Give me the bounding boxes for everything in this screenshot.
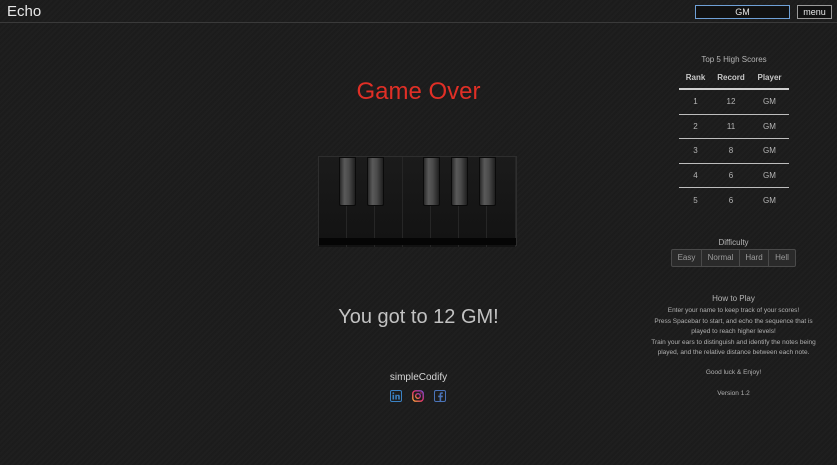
closing-message: Good luck & Enjoy!	[705, 369, 762, 376]
table-row: 5 6 GM	[679, 188, 789, 213]
difficulty-selector: Easy Normal Hard Hell	[671, 249, 796, 267]
difficulty-hard-button[interactable]: Hard	[740, 250, 769, 266]
black-key[interactable]	[451, 157, 468, 206]
high-scores-table: Rank Record Player 1 12 GM 2 11 GM 3 8 G…	[679, 66, 789, 213]
piano-keyboard[interactable]	[318, 156, 517, 247]
player-cell: GM	[763, 146, 776, 156]
rank-cell: 4	[693, 170, 698, 180]
black-key[interactable]	[339, 157, 356, 206]
record-header: Record	[717, 72, 745, 82]
player-name-input[interactable]	[695, 5, 790, 19]
rank-cell: 1	[693, 97, 698, 107]
rank-cell: 2	[693, 121, 698, 131]
how-to-play-title: How to Play	[712, 294, 755, 303]
how-to-play-line: Train your ears to distinguish and ident…	[651, 338, 816, 346]
record-cell: 6	[728, 170, 734, 180]
difficulty-hell-button[interactable]: Hell	[769, 250, 795, 266]
table-row: 4 6 GM	[679, 164, 789, 188]
player-header: Player	[757, 72, 782, 82]
piano-base	[319, 238, 516, 245]
how-to-play-line: Press Spacebar to start, and echo the se…	[654, 317, 813, 325]
how-to-play-line: played, and the relative distance betwee…	[657, 349, 810, 357]
difficulty-normal-button[interactable]: Normal	[702, 250, 740, 266]
table-row: 3 8 GM	[679, 139, 789, 164]
rank-cell: 3	[693, 146, 698, 156]
player-cell: GM	[763, 121, 776, 131]
record-cell: 11	[726, 121, 736, 131]
record-cell: 6	[728, 195, 734, 205]
player-cell: GM	[763, 195, 776, 205]
how-to-play-line: Enter your name to keep track of your sc…	[667, 307, 800, 314]
app-title: Echo	[7, 3, 42, 20]
black-key[interactable]	[367, 157, 384, 206]
black-key[interactable]	[423, 157, 440, 206]
instagram-icon[interactable]	[412, 390, 424, 402]
version-label: Version 1.2	[717, 390, 750, 397]
record-cell: 12	[726, 97, 736, 107]
how-to-play-line: played to reach higher levels!	[691, 328, 776, 336]
record-cell: 8	[728, 146, 734, 156]
rank-cell: 5	[693, 195, 698, 205]
linkedin-icon[interactable]	[390, 390, 402, 402]
table-row: 1 12 GM	[679, 90, 789, 115]
difficulty-easy-button[interactable]: Easy	[672, 250, 702, 266]
facebook-icon[interactable]	[434, 390, 446, 402]
high-scores-header: Rank Record Player	[679, 66, 789, 90]
player-cell: GM	[763, 170, 776, 180]
player-cell: GM	[763, 97, 776, 107]
menu-button[interactable]: menu	[797, 5, 832, 19]
rank-header: Rank	[685, 72, 706, 82]
difficulty-label: Difficulty	[718, 238, 749, 247]
top-bar: Echo menu	[0, 0, 837, 23]
black-key[interactable]	[479, 157, 496, 206]
high-scores-caption: Top 5 High Scores	[701, 55, 767, 64]
how-to-play-text: Enter your name to keep track of your sc…	[641, 306, 826, 359]
table-row: 2 11 GM	[679, 115, 789, 139]
